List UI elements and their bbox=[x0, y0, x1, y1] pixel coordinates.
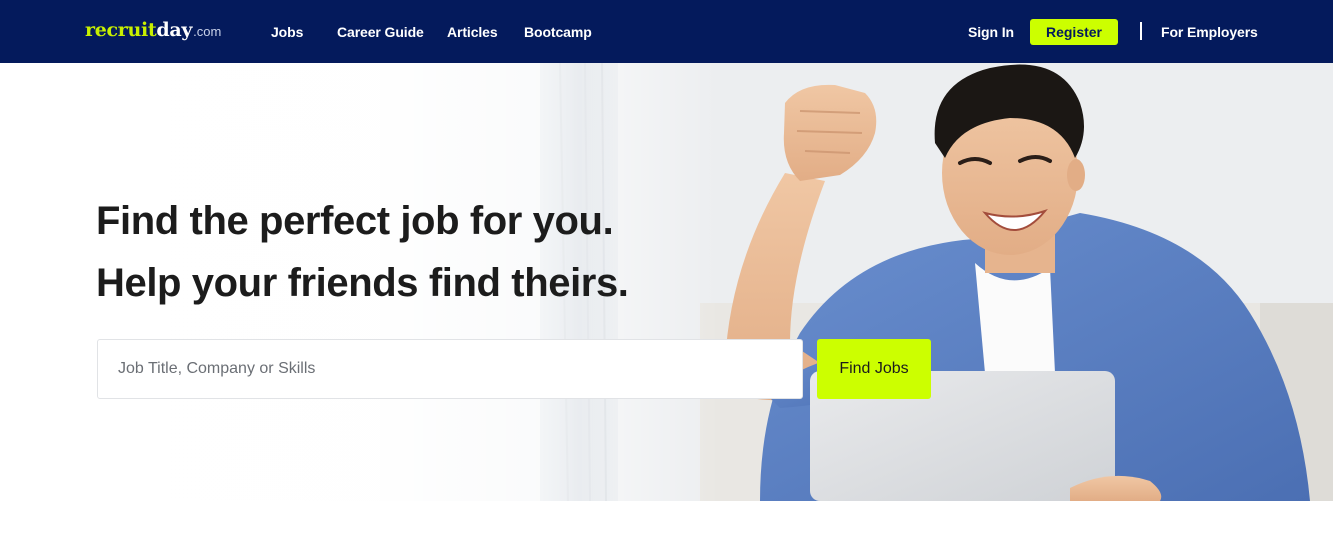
sign-in-link[interactable]: Sign In bbox=[968, 24, 1014, 40]
job-search-input[interactable] bbox=[98, 340, 802, 398]
nav-link-jobs[interactable]: Jobs bbox=[271, 24, 303, 40]
for-employers-link[interactable]: For Employers bbox=[1161, 24, 1258, 40]
nav-link-career-guide[interactable]: Career Guide bbox=[337, 24, 424, 40]
hero-headline: Find the perfect job for you. Help your … bbox=[96, 190, 629, 314]
top-navigation-bar: recruitday .com Jobs Career Guide Article… bbox=[0, 0, 1333, 63]
logo-text-recruit: recruit bbox=[85, 19, 157, 41]
logo-wordmark: recruitday bbox=[85, 19, 192, 41]
hero-headline-line-2: Help your friends find theirs. bbox=[96, 261, 629, 305]
nav-link-bootcamp[interactable]: Bootcamp bbox=[524, 24, 592, 40]
nav-link-articles[interactable]: Articles bbox=[447, 24, 498, 40]
header-divider bbox=[1140, 22, 1142, 40]
recruitday-logo[interactable]: recruitday .com bbox=[85, 19, 221, 45]
job-search-box bbox=[97, 339, 803, 399]
register-button[interactable]: Register bbox=[1030, 19, 1118, 45]
hero-headline-line-1: Find the perfect job for you. bbox=[96, 199, 614, 243]
find-jobs-button[interactable]: Find Jobs bbox=[817, 339, 931, 399]
logo-text-day: day bbox=[156, 19, 193, 41]
logo-text-com: .com bbox=[193, 24, 222, 39]
hero-section: Find the perfect job for you. Help your … bbox=[0, 63, 1333, 501]
